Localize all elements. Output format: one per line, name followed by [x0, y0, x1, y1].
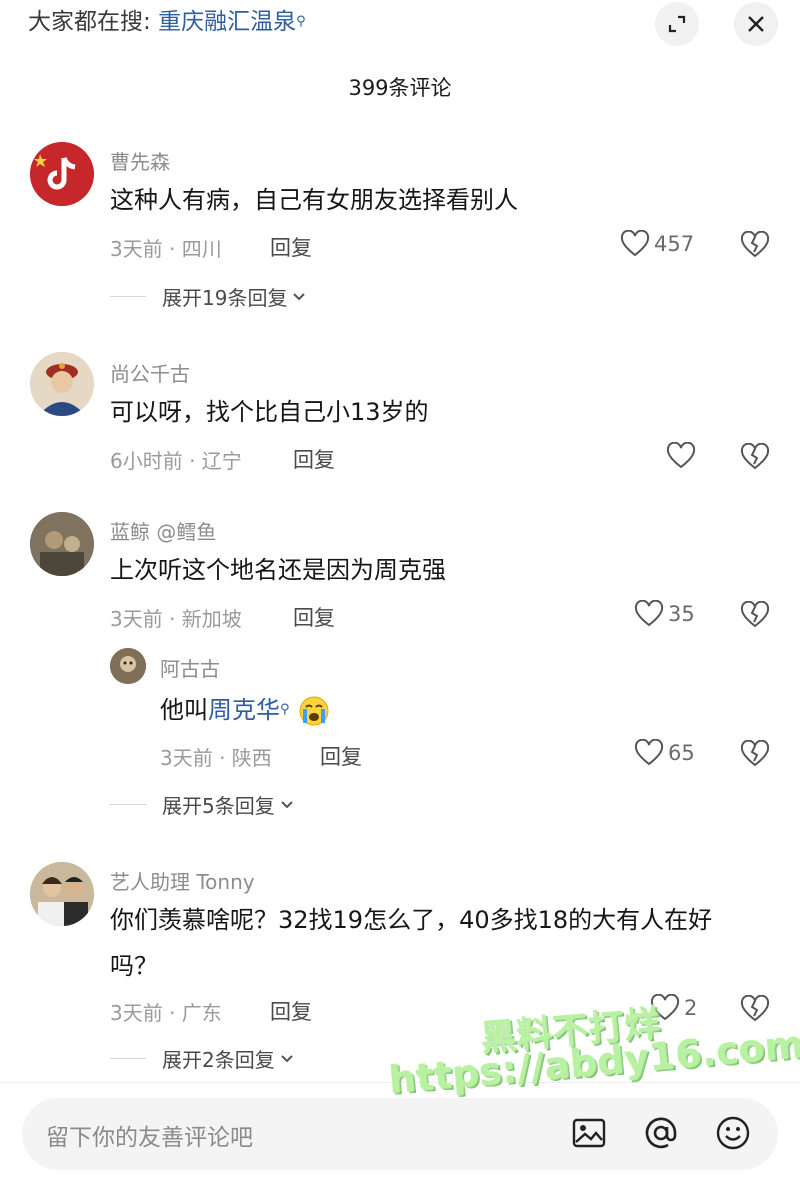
reply-search-link[interactable]: 周克华: [208, 696, 280, 724]
reply-text: 他叫周克华⚲: [160, 688, 331, 732]
divider-line: [110, 1058, 146, 1059]
username[interactable]: 艺人助理 Tonny: [110, 866, 255, 895]
emoji-button[interactable]: [714, 1114, 752, 1156]
search-prefix: 大家都在搜:: [28, 9, 151, 35]
expand-button[interactable]: [655, 2, 699, 46]
divider-line: [110, 296, 146, 297]
reply-button[interactable]: 回复: [270, 232, 312, 262]
dislike-button[interactable]: [740, 442, 770, 475]
watermark-line-1: 黑料不打烊: [478, 1003, 662, 1060]
expand-replies-button[interactable]: 展开19条回复: [110, 282, 307, 311]
search-keyword-link[interactable]: 重庆融汇温泉: [158, 9, 296, 35]
broken-heart-icon: [740, 994, 770, 1022]
like-button[interactable]: [666, 442, 696, 470]
heart-icon: [620, 230, 650, 257]
close-button[interactable]: [734, 2, 778, 46]
reply-button[interactable]: 回复: [293, 444, 335, 474]
expand-replies-label: 展开5条回复: [162, 794, 275, 818]
comment-meta: 3天前 · 广东: [110, 1001, 222, 1025]
username[interactable]: 曹先森: [110, 146, 170, 175]
like-button[interactable]: 2: [650, 994, 697, 1022]
comment-meta: 3天前 · 新加坡: [110, 607, 242, 631]
heart-icon: [666, 442, 696, 469]
expand-replies-button[interactable]: 展开5条回复: [110, 790, 295, 819]
divider-line: [110, 804, 146, 805]
reply-avatar[interactable]: [110, 648, 146, 684]
broken-heart-icon: [740, 600, 770, 628]
like-count: 457: [654, 232, 695, 256]
comment-meta: 3天前 · 四川: [110, 237, 222, 261]
comment-meta: 6小时前 · 辽宁: [110, 449, 242, 473]
reply-button[interactable]: 回复: [320, 741, 362, 771]
heart-icon: [634, 739, 664, 766]
avatar[interactable]: [30, 862, 94, 926]
search-icon: ⚲: [280, 702, 290, 717]
crying-emoji-icon: [299, 696, 329, 726]
search-icon: ⚲: [296, 14, 306, 29]
reply-username[interactable]: 阿古古: [160, 653, 220, 682]
chevron-down-icon: [293, 292, 306, 300]
heart-icon: [650, 994, 680, 1021]
watermark-line-2: https://abdy16.com: [386, 1021, 800, 1103]
reply-text-prefix: 他叫: [160, 696, 208, 724]
avatar[interactable]: [30, 142, 94, 206]
comment-input-bar[interactable]: 留下你的友善评论吧: [22, 1098, 778, 1170]
expand-replies-label: 展开2条回复: [162, 1048, 275, 1072]
mention-button[interactable]: [642, 1114, 680, 1156]
like-button[interactable]: 457: [620, 230, 694, 258]
comment-text-line-1: 你们羡慕啥呢？32找19怎么了，40多找18的大有人在好: [110, 906, 713, 934]
avatar[interactable]: [30, 512, 94, 576]
like-count: 65: [668, 741, 695, 765]
comment-text: 上次听这个地名还是因为周克强: [110, 556, 446, 584]
comment-input-placeholder[interactable]: 留下你的友善评论吧: [46, 1118, 253, 1152]
close-icon: [748, 16, 764, 32]
search-suggestion[interactable]: 大家都在搜: 重庆融汇温泉⚲: [28, 6, 306, 38]
like-count: 2: [684, 996, 698, 1020]
expand-replies-label: 展开19条回复: [162, 286, 288, 310]
image-button[interactable]: [570, 1114, 608, 1156]
input-divider: [0, 1082, 800, 1083]
chevron-down-icon: [281, 800, 293, 808]
like-count: 35: [668, 602, 695, 626]
reply-meta: 3天前 · 陕西: [160, 746, 272, 770]
broken-heart-icon: [740, 739, 770, 767]
dislike-button[interactable]: [740, 600, 770, 633]
image-icon: [572, 1118, 606, 1148]
like-button[interactable]: 65: [634, 739, 695, 767]
broken-heart-icon: [740, 230, 770, 258]
avatar-image: [110, 648, 146, 684]
expand-replies-button[interactable]: 展开2条回复: [110, 1044, 295, 1073]
username[interactable]: 蓝鲸 @鳕鱼: [110, 516, 216, 545]
comment-text-line-2: 吗？: [110, 952, 158, 980]
dislike-button[interactable]: [740, 230, 770, 263]
avatar[interactable]: [30, 352, 94, 416]
heart-icon: [634, 600, 664, 627]
chevron-down-icon: [281, 1054, 293, 1062]
dislike-button[interactable]: [740, 994, 770, 1027]
reply-button[interactable]: 回复: [270, 996, 312, 1026]
comment-text: 可以呀，找个比自己小13岁的: [110, 398, 429, 426]
reply-button[interactable]: 回复: [293, 602, 335, 632]
broken-heart-icon: [740, 442, 770, 470]
dislike-button[interactable]: [740, 739, 770, 772]
comment-text: 这种人有病，自己有女朋友选择看别人: [110, 186, 518, 214]
avatar-image: [30, 352, 94, 416]
username[interactable]: 尚公千古: [110, 358, 190, 387]
at-icon: [645, 1117, 677, 1149]
avatar-image: [30, 862, 94, 926]
tiktok-logo-icon: [30, 142, 94, 206]
expand-icon: [668, 15, 686, 33]
smiley-icon: [716, 1116, 750, 1150]
comment-count-title: 399条评论: [348, 76, 452, 100]
avatar-image: [30, 512, 94, 576]
top-bar: 大家都在搜: 重庆融汇温泉⚲: [0, 0, 800, 60]
like-button[interactable]: 35: [634, 600, 695, 628]
